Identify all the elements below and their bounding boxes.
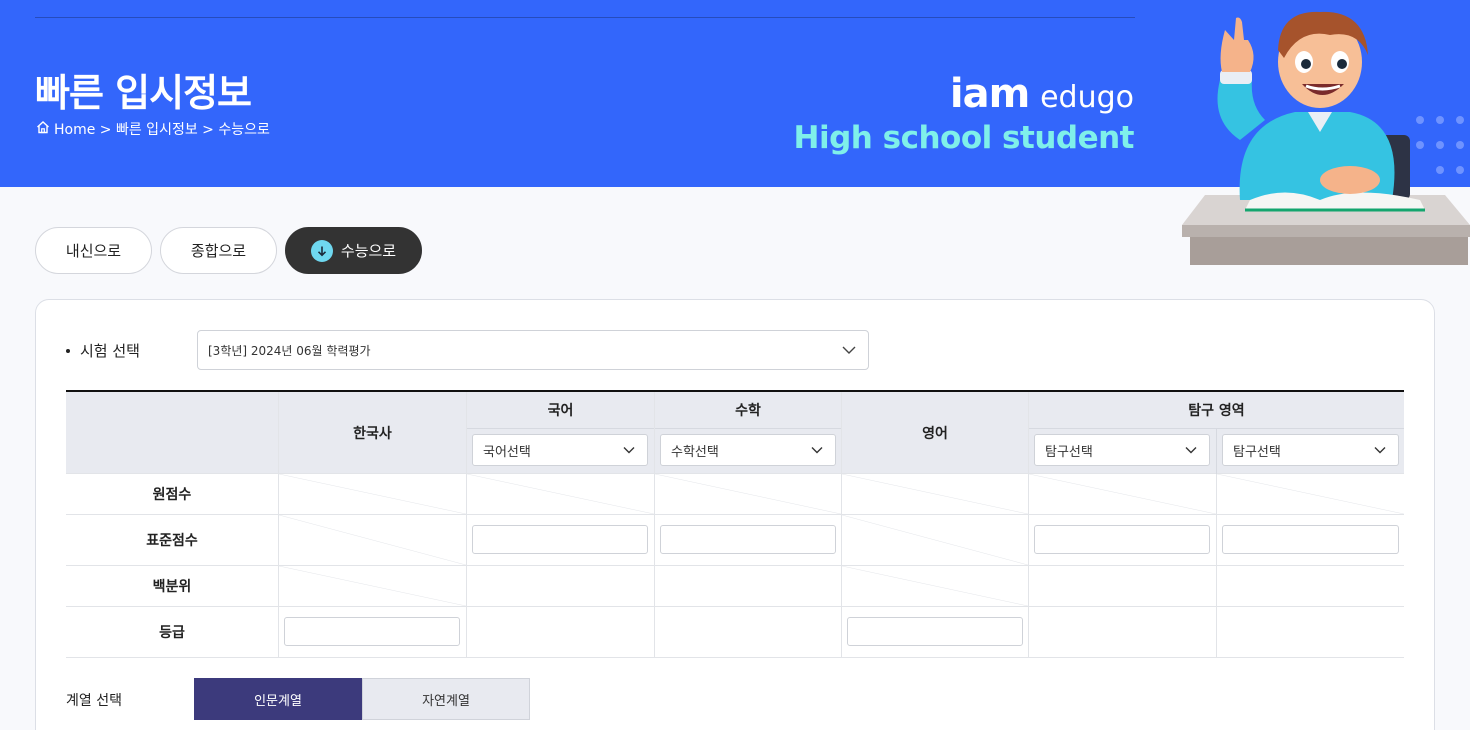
row-label-grade: 등급 bbox=[66, 607, 279, 657]
disabled-cell bbox=[279, 474, 467, 514]
table-row: 등급 bbox=[66, 607, 1404, 658]
math-percentile-cell bbox=[655, 566, 842, 606]
exam-label-text: 시험 선택 bbox=[80, 342, 140, 360]
table-header-row: 한국사 국어 국어선택 수학 수학선택 영어 탐구 영역 탐구선택 탐구선택 bbox=[66, 392, 1404, 474]
chevron-down-icon bbox=[842, 346, 856, 354]
inquiry2-percentile-cell bbox=[1217, 566, 1404, 606]
history-grade-cell bbox=[279, 607, 467, 657]
bullet-icon bbox=[66, 348, 70, 353]
math-select-value: 수학선택 bbox=[671, 444, 719, 460]
brand-light: edugo bbox=[1040, 80, 1134, 115]
breadcrumb-text[interactable]: Home > 빠른 입시정보 > 수능으로 bbox=[54, 119, 270, 139]
inquiry1-subject-select[interactable]: 탐구선택 bbox=[1034, 434, 1210, 466]
math-grade-cell bbox=[655, 607, 842, 657]
korean-standard-input[interactable] bbox=[472, 525, 648, 554]
score-input-card: 시험 선택 [3학년] 2024년 06월 학력평가 한국사 국어 국어선택 수… bbox=[35, 299, 1435, 730]
page-title: 빠른 입시정보 bbox=[35, 71, 252, 115]
korean-standard-cell bbox=[467, 515, 655, 565]
arrow-down-icon bbox=[310, 239, 333, 262]
row-label-standard-score: 표준점수 bbox=[66, 515, 279, 565]
track-toggle: 인문계열 자연계열 bbox=[194, 678, 530, 720]
header-empty bbox=[66, 392, 279, 473]
inquiry1-select-value: 탐구선택 bbox=[1045, 444, 1093, 460]
chevron-down-icon bbox=[1374, 447, 1386, 454]
english-grade-input[interactable] bbox=[847, 617, 1023, 646]
table-row: 표준점수 bbox=[66, 515, 1404, 566]
chevron-down-icon bbox=[811, 447, 823, 454]
header-korean-label: 국어 bbox=[467, 392, 654, 429]
korean-grade-cell bbox=[467, 607, 655, 657]
student-illustration bbox=[1182, 11, 1470, 265]
inquiry1-standard-input[interactable] bbox=[1034, 525, 1210, 554]
disabled-cell bbox=[842, 515, 1029, 565]
header-korean-history: 한국사 bbox=[279, 392, 467, 473]
tab-comprehensive[interactable]: 종합으로 bbox=[160, 227, 277, 274]
korean-percentile-cell bbox=[467, 566, 655, 606]
disabled-cell bbox=[655, 474, 842, 514]
inquiry2-grade-cell bbox=[1217, 607, 1404, 657]
inquiry2-subject-select[interactable]: 탐구선택 bbox=[1222, 434, 1399, 466]
inquiry2-select-value: 탐구선택 bbox=[1233, 444, 1281, 460]
inquiry2-standard-cell bbox=[1217, 515, 1404, 565]
disabled-cell bbox=[279, 515, 467, 565]
inquiry1-percentile-cell bbox=[1029, 566, 1217, 606]
chevron-down-icon bbox=[1185, 447, 1197, 454]
header-korean: 국어 국어선택 bbox=[467, 392, 655, 473]
english-grade-cell bbox=[842, 607, 1029, 657]
korean-subject-select[interactable]: 국어선택 bbox=[472, 434, 648, 466]
row-label-percentile: 백분위 bbox=[66, 566, 279, 606]
exam-selected-value: [3학년] 2024년 06월 학력평가 bbox=[208, 343, 371, 358]
track-science-button[interactable]: 자연계열 bbox=[362, 678, 530, 720]
disabled-cell bbox=[1217, 474, 1404, 514]
table-row: 백분위 bbox=[66, 566, 1404, 607]
home-icon[interactable] bbox=[36, 120, 50, 138]
disabled-cell bbox=[842, 474, 1029, 514]
exam-select-label: 시험 선택 bbox=[66, 340, 140, 361]
track-select-label: 계열 선택 bbox=[66, 693, 122, 709]
chevron-down-icon bbox=[623, 447, 635, 454]
track-humanities-button[interactable]: 인문계열 bbox=[194, 678, 362, 720]
table-row: 원점수 bbox=[66, 474, 1404, 515]
breadcrumb: Home > 빠른 입시정보 > 수능으로 bbox=[36, 119, 270, 139]
tab-suneung[interactable]: 수능으로 bbox=[285, 227, 422, 274]
header-english: 영어 bbox=[842, 392, 1029, 473]
brand-subtitle: High school student bbox=[793, 120, 1135, 156]
inquiry1-standard-cell bbox=[1029, 515, 1217, 565]
brand-logo: iam edugo High school student bbox=[793, 71, 1135, 156]
math-standard-cell bbox=[655, 515, 842, 565]
history-grade-input[interactable] bbox=[284, 617, 460, 646]
inquiry2-standard-input[interactable] bbox=[1222, 525, 1399, 554]
korean-select-value: 국어선택 bbox=[483, 444, 531, 460]
tab-suneung-label: 수능으로 bbox=[340, 242, 397, 260]
disabled-cell bbox=[467, 474, 655, 514]
tab-gpa-label: 내신으로 bbox=[65, 242, 122, 260]
row-label-raw-score: 원점수 bbox=[66, 474, 279, 514]
inquiry1-grade-cell bbox=[1029, 607, 1217, 657]
header-math-label: 수학 bbox=[655, 392, 841, 429]
header-inquiry-label: 탐구 영역 bbox=[1029, 392, 1404, 429]
math-standard-input[interactable] bbox=[660, 525, 836, 554]
disabled-cell bbox=[1029, 474, 1217, 514]
exam-select-dropdown[interactable]: [3학년] 2024년 06월 학력평가 bbox=[197, 330, 869, 370]
math-subject-select[interactable]: 수학선택 bbox=[660, 434, 836, 466]
header-inquiry: 탐구 영역 탐구선택 탐구선택 bbox=[1029, 392, 1404, 474]
disabled-cell bbox=[842, 566, 1029, 606]
admission-tabs: 내신으로 종합으로 수능으로 bbox=[35, 227, 422, 274]
banner-divider bbox=[35, 17, 1135, 18]
disabled-cell bbox=[279, 566, 467, 606]
tab-comprehensive-label: 종합으로 bbox=[190, 242, 247, 260]
brand-bold: iam bbox=[949, 71, 1030, 117]
header-math: 수학 수학선택 bbox=[655, 392, 842, 473]
tab-gpa[interactable]: 내신으로 bbox=[35, 227, 152, 274]
